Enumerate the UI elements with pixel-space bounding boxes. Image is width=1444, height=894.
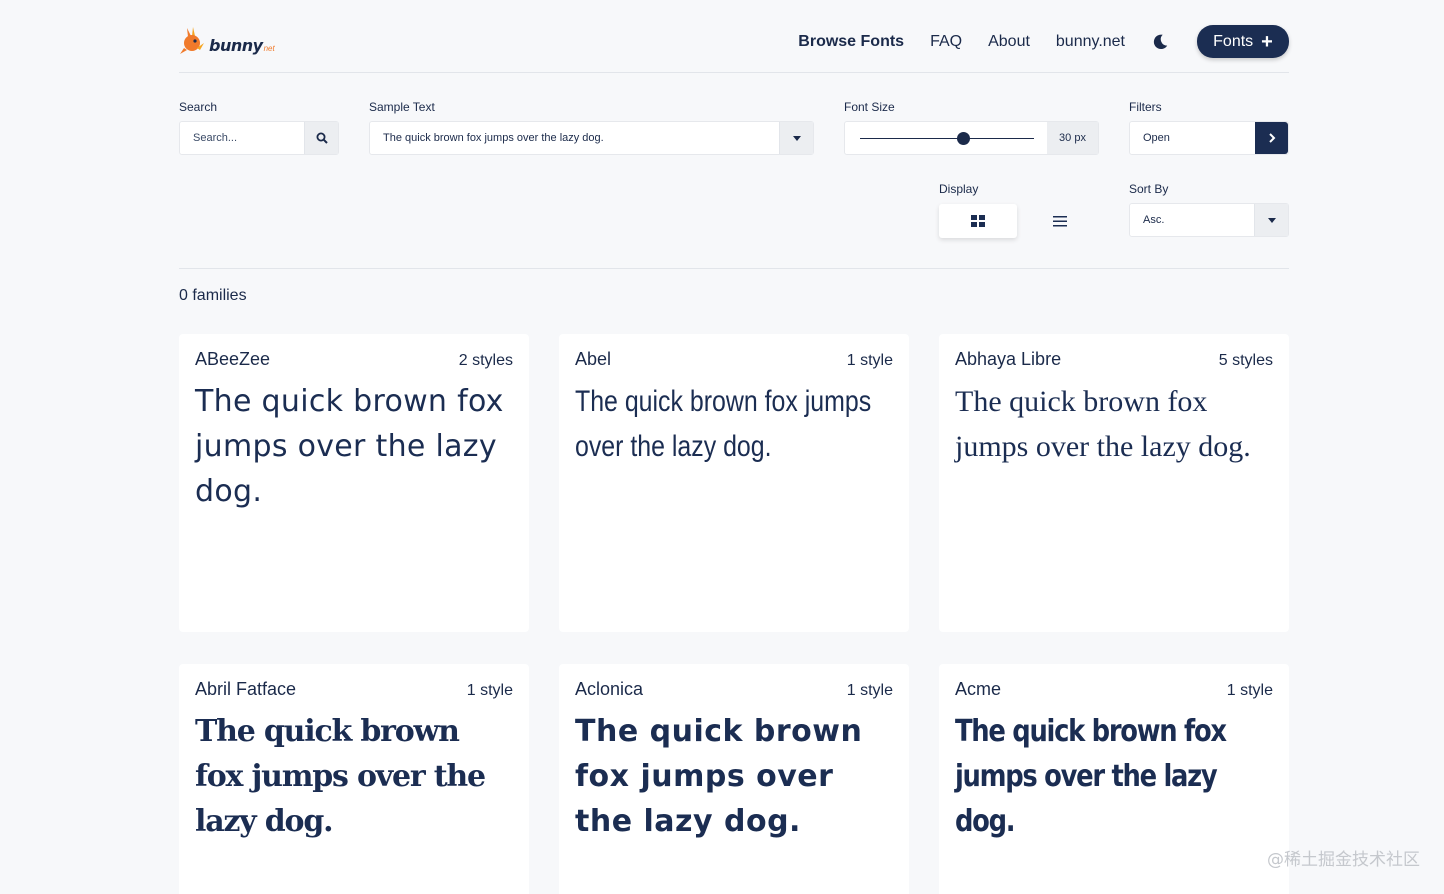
nav-browse-fonts[interactable]: Browse Fonts <box>798 26 904 58</box>
font-style-count: 1 style <box>846 682 893 699</box>
font-style-count: 1 style <box>466 682 513 699</box>
search-icon <box>316 132 328 144</box>
font-sample: The quick brown fox jumps over the lazy … <box>575 714 863 839</box>
nav-about[interactable]: About <box>988 26 1030 58</box>
font-card-abel[interactable]: Abel 1 style The quick brown fox jumps o… <box>559 334 909 632</box>
font-style-count: 1 style <box>846 352 893 369</box>
font-sample: The quick brown fox jumps over the lazy … <box>955 385 1251 463</box>
logo-suffix: net <box>263 44 275 53</box>
font-size-control: 30 px <box>844 121 1099 155</box>
display-list-button[interactable] <box>1021 204 1099 238</box>
font-sample: The quick brown fox jumps over the lazy … <box>195 714 486 839</box>
sort-by-value: Asc. <box>1143 214 1165 226</box>
font-size-slider-track[interactable] <box>860 138 1034 139</box>
top-header: bunny net Browse Fonts FAQ About bunny.n… <box>179 0 1289 73</box>
sample-text-select[interactable]: The quick brown fox jumps over the lazy … <box>369 121 814 155</box>
font-style-count: 5 styles <box>1218 352 1273 369</box>
filters-open-button[interactable] <box>1255 122 1288 154</box>
font-sample: The quick brown fox jumps over the lazy … <box>195 384 504 509</box>
bunny-logo-icon <box>180 27 204 54</box>
filters-value: Open <box>1143 132 1170 144</box>
font-size-slider-thumb[interactable] <box>957 132 970 145</box>
search-button[interactable] <box>304 122 338 154</box>
family-count: 0 families <box>179 287 247 304</box>
search-field: Search... <box>179 121 339 155</box>
font-card-abril-fatface[interactable]: Abril Fatface 1 style The quick brown fo… <box>179 664 529 894</box>
font-sample: The quick brown fox jumps over the lazy … <box>575 385 872 463</box>
font-name: Abel <box>575 349 612 369</box>
chevron-down-icon <box>1267 217 1276 223</box>
display-grid-button[interactable] <box>939 204 1017 238</box>
font-sample: The quick brown fox jumps over the lazy … <box>955 714 1227 839</box>
font-size-value: 30 px <box>1047 122 1098 154</box>
font-size-label: Font Size <box>844 100 895 114</box>
logo-text: bunny <box>209 36 263 55</box>
nav-faq[interactable]: FAQ <box>930 26 962 58</box>
moon-icon[interactable] <box>1151 33 1169 51</box>
list-icon <box>1053 216 1067 227</box>
filters-label: Filters <box>1129 100 1162 114</box>
sample-text-dropdown[interactable] <box>779 122 813 154</box>
controls-divider <box>179 268 1289 269</box>
font-card-aclonica[interactable]: Aclonica 1 style The quick brown fox jum… <box>559 664 909 894</box>
chevron-right-icon <box>1268 133 1275 143</box>
font-style-count: 2 styles <box>458 352 513 369</box>
display-label: Display <box>939 182 979 196</box>
font-card-abhaya-libre[interactable]: Abhaya Libre 5 styles The quick brown fo… <box>939 334 1289 632</box>
sample-text-label: Sample Text <box>369 100 435 114</box>
grid-icon <box>971 215 985 227</box>
search-input[interactable]: Search... <box>180 132 304 144</box>
search-label: Search <box>179 100 218 114</box>
font-card-acme[interactable]: Acme 1 style The quick brown fox jumps o… <box>939 664 1289 894</box>
font-name: Aclonica <box>575 679 644 699</box>
sort-by-label: Sort By <box>1129 182 1169 196</box>
font-card-abeezee[interactable]: ABeeZee 2 styles The quick brown fox jum… <box>179 334 529 632</box>
font-name: Acme <box>955 679 1002 699</box>
fonts-button-label: Fonts <box>1213 32 1254 50</box>
bunny-logo[interactable]: bunny net <box>179 26 275 56</box>
chevron-down-icon <box>792 135 801 141</box>
font-name: Abril Fatface <box>195 679 297 699</box>
fonts-button[interactable]: Fonts + <box>1197 25 1289 58</box>
sample-text-value: The quick brown fox jumps over the lazy … <box>383 132 604 144</box>
font-style-count: 1 style <box>1226 682 1273 699</box>
sort-by-dropdown[interactable] <box>1254 204 1288 236</box>
filters-select[interactable]: Open <box>1129 121 1289 155</box>
font-name: ABeeZee <box>195 349 271 369</box>
watermark: @稀土掘金技术社区 <box>1267 850 1420 870</box>
nav-bunny-net[interactable]: bunny.net <box>1056 26 1125 58</box>
font-name: Abhaya Libre <box>955 349 1062 369</box>
main-nav: Browse Fonts FAQ About bunny.net Fonts + <box>798 25 1289 58</box>
sort-by-select[interactable]: Asc. <box>1129 203 1289 237</box>
plus-icon: + <box>1261 30 1273 53</box>
